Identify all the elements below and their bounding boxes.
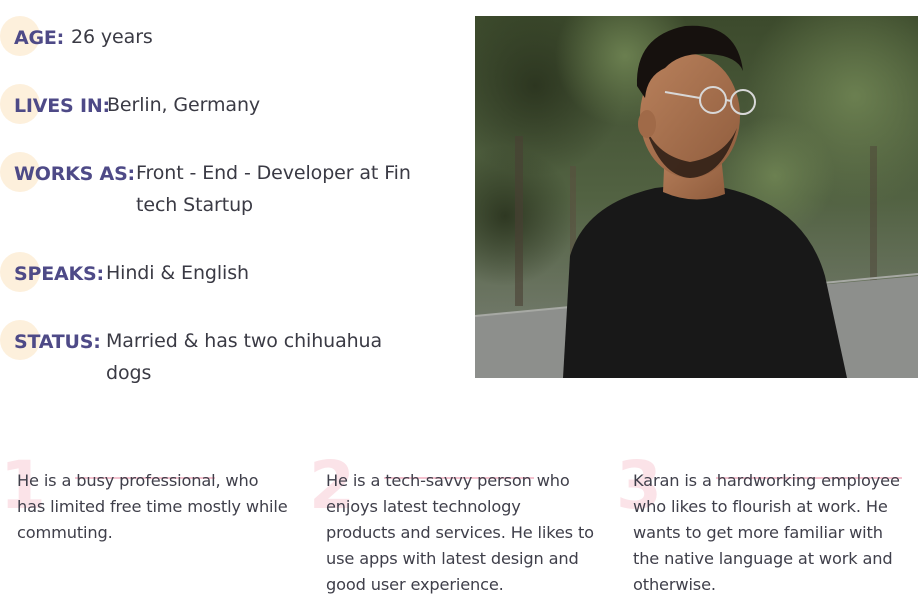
- fact-label: LIVES IN:: [14, 95, 110, 117]
- persona-photo: [475, 16, 918, 378]
- fact-label: WORKS AS:: [14, 163, 135, 185]
- fact-label: STATUS:: [14, 331, 101, 353]
- trait-line: commuting.: [17, 523, 113, 542]
- trait-line: He is a busy professional, who: [17, 471, 259, 490]
- fact-label: SPEAKS:: [14, 263, 104, 285]
- trait-1: 1 He is a busy professional, who has lim…: [0, 453, 300, 597]
- trait-line: Karan is a hardworking employee: [633, 471, 900, 490]
- trait-line: use apps with latest design and: [326, 549, 579, 568]
- fact-value: 26 years: [71, 26, 153, 48]
- trait-text: He is a tech-savvy person who enjoys lat…: [326, 468, 594, 598]
- trait-line: enjoys latest technology: [326, 497, 521, 516]
- fact-value-line-1: Married & has two chihuahua: [106, 330, 383, 352]
- trait-line: good user experience.: [326, 575, 504, 594]
- trait-text: Karan is a hardworking employee who like…: [633, 468, 900, 598]
- fact-value-line-2: tech Startup: [136, 194, 253, 216]
- fact-value: Hindi & English: [106, 262, 249, 284]
- trait-2: 2 He is a tech-savvy person who enjoys l…: [309, 453, 609, 598]
- trait-line: products and services. He likes to: [326, 523, 594, 542]
- trait-line: has limited free time mostly while: [17, 497, 288, 516]
- trait-line: the native language at work and: [633, 549, 893, 568]
- trait-text: He is a busy professional, who has limit…: [17, 468, 288, 546]
- trait-line: wants to get more familiar with: [633, 523, 883, 542]
- fact-label: AGE:: [14, 27, 65, 49]
- trait-3: 3 Karan is a hardworking employee who li…: [616, 453, 916, 598]
- fact-value: Berlin, Germany: [107, 94, 261, 116]
- fact-value-line-2: dogs: [106, 362, 152, 384]
- trait-line: otherwise.: [633, 575, 716, 594]
- trait-line: who likes to flourish at work. He: [633, 497, 888, 516]
- fact-value-line-1: Front - End - Developer at Fin: [136, 162, 411, 184]
- trait-line: He is a tech-savvy person who: [326, 471, 570, 490]
